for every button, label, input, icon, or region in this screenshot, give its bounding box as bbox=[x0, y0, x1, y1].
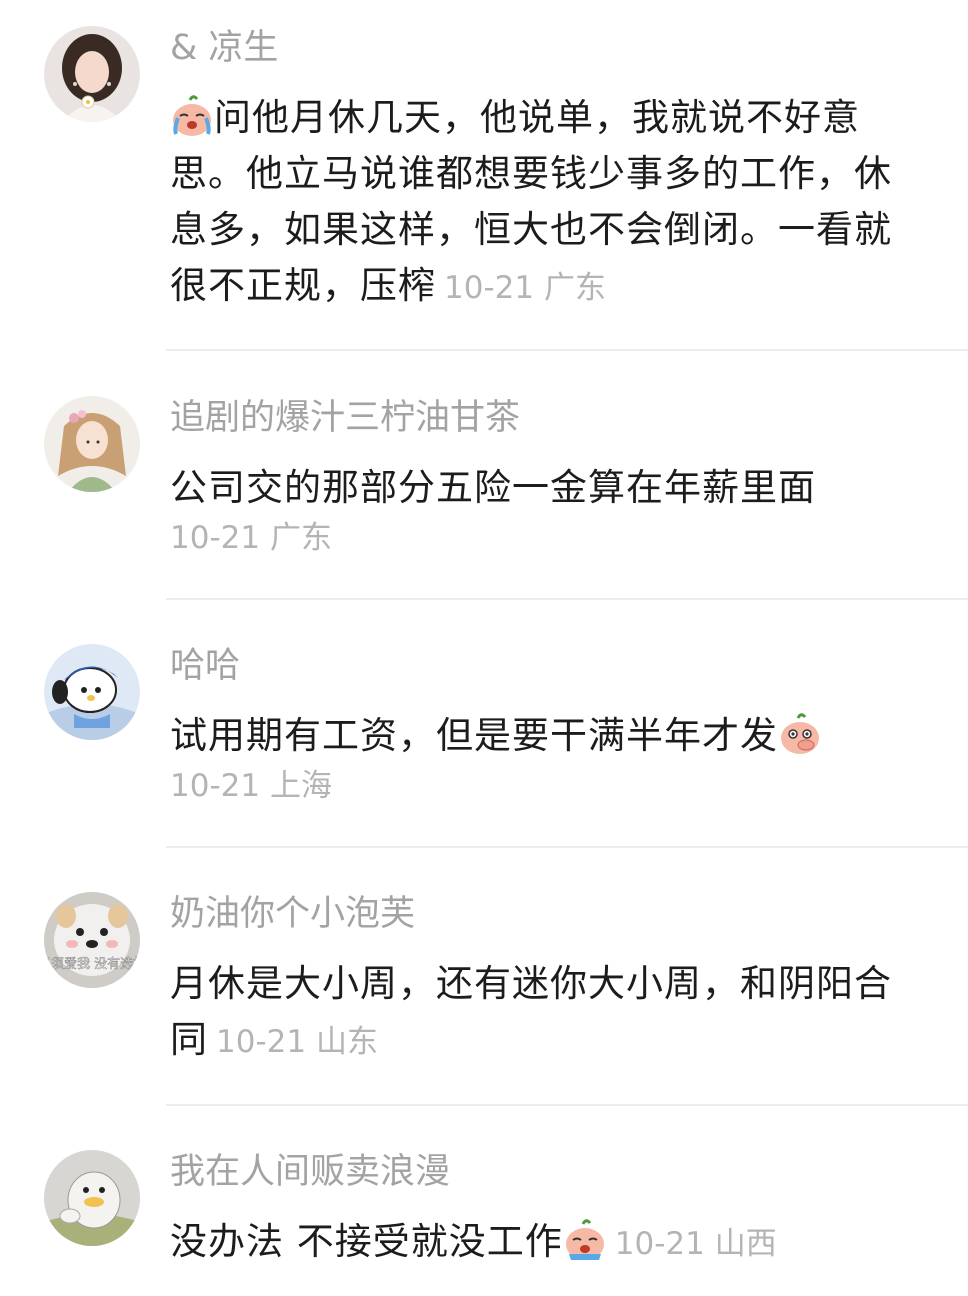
username[interactable]: 我在人间贩卖浪漫 bbox=[170, 1150, 450, 1194]
avatar[interactable]: 必须爱我 没有选择 bbox=[44, 892, 140, 988]
comment-text-body: 公司交的那部分五险一金算在年薪里面 bbox=[170, 466, 816, 509]
avatar[interactable] bbox=[44, 396, 140, 492]
comment-date: 10-21 bbox=[614, 1226, 705, 1262]
comment-meta: 10-21 山东 bbox=[216, 1024, 378, 1060]
avatar[interactable] bbox=[44, 1150, 140, 1246]
avatar[interactable] bbox=[44, 26, 140, 122]
comment-text: 问他月休几天，他说单，我就说不好意思。他立马说谁都想要钱少事多的工作，休息多，如… bbox=[170, 90, 900, 316]
username[interactable]: 追剧的爆汁三柠油甘茶 bbox=[170, 396, 520, 440]
comment-date: 10-21 bbox=[216, 1024, 307, 1060]
username[interactable]: & 凉生 bbox=[170, 26, 278, 70]
comment-location: 山东 bbox=[315, 1024, 378, 1060]
comment-date: 10-21 bbox=[444, 270, 535, 306]
comment-text: 没办法 不接受就没工作 10-21 山西 bbox=[170, 1214, 900, 1272]
divider bbox=[166, 349, 968, 351]
username[interactable]: 奶油你个小泡芙 bbox=[170, 892, 415, 936]
comment-date: 10-21 bbox=[170, 768, 261, 804]
comment-text-body: 没办法 不接受就没工作 bbox=[170, 1220, 563, 1263]
comment-meta: 10-21 广东 bbox=[170, 518, 332, 558]
avatar[interactable] bbox=[44, 644, 140, 740]
divider bbox=[166, 846, 968, 848]
comment-text: 公司交的那部分五险一金算在年薪里面 bbox=[170, 460, 900, 516]
comment-location: 山西 bbox=[714, 1226, 777, 1262]
divider bbox=[166, 1104, 968, 1106]
comment-meta: 10-21 山西 bbox=[615, 1226, 777, 1262]
comment-location: 广东 bbox=[543, 270, 606, 306]
comment-text-body: 试用期有工资，但是要干满半年才发 bbox=[170, 714, 778, 757]
comment-meta: 10-21 上海 bbox=[170, 766, 332, 806]
divider bbox=[166, 598, 968, 600]
covering-mouth-emoji-icon bbox=[778, 712, 822, 756]
crying-face-emoji-icon bbox=[170, 94, 214, 138]
comment-location: 广东 bbox=[269, 520, 332, 556]
comment-date: 10-21 bbox=[170, 520, 261, 556]
comment-text: 试用期有工资，但是要干满半年才发 bbox=[170, 708, 900, 764]
avatar-caption: 必须爱我 没有选择 bbox=[44, 957, 140, 972]
crying-face-emoji-icon bbox=[563, 1218, 607, 1262]
comment-text: 月休是大小周，还有迷你大小周，和阴阳合同 10-21 山东 bbox=[170, 956, 900, 1070]
comment-meta: 10-21 广东 bbox=[444, 270, 606, 306]
username[interactable]: 哈哈 bbox=[170, 644, 240, 688]
comment-location: 上海 bbox=[269, 768, 332, 804]
